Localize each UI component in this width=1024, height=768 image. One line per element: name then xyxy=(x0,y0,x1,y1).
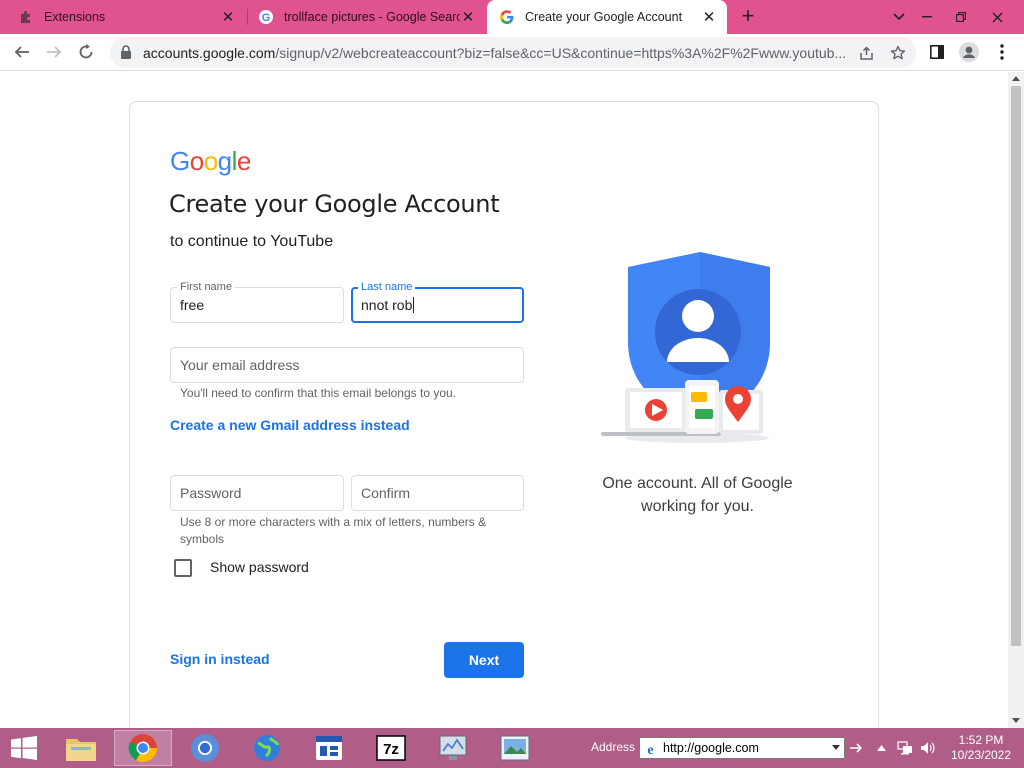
svg-text:7z: 7z xyxy=(383,741,399,758)
tab-strip: Extensions ✕ G trollface pictures - Goog… xyxy=(0,0,1024,34)
first-name-label: First name xyxy=(177,280,235,294)
first-name-field[interactable]: First name free xyxy=(170,280,344,323)
email-field[interactable]: Your email address xyxy=(170,347,524,383)
next-button[interactable]: Next xyxy=(444,642,524,678)
file-explorer-icon[interactable] xyxy=(52,730,110,766)
profile-avatar-icon[interactable] xyxy=(955,38,983,66)
page-title: Create your Google Account xyxy=(169,190,500,218)
windows-start-icon[interactable] xyxy=(0,728,48,768)
close-tab-icon[interactable]: ✕ xyxy=(220,9,236,26)
last-name-text: nnot rob xyxy=(361,297,413,313)
scroll-down-arrow-icon[interactable] xyxy=(1012,718,1020,723)
url-text[interactable]: accounts.google.com/signup/v2/webcreatea… xyxy=(143,45,848,61)
new-tab-button[interactable]: + xyxy=(735,5,761,29)
network-icon[interactable] xyxy=(897,740,913,756)
clock-time: 1:52 PM xyxy=(958,733,1004,747)
back-icon[interactable] xyxy=(8,38,36,66)
taskbar-address-value: http://google.com xyxy=(663,741,759,755)
signup-card: Google Create your Google Account to con… xyxy=(129,101,879,728)
show-password-checkbox[interactable] xyxy=(174,559,192,577)
tab-extensions[interactable]: Extensions ✕ xyxy=(0,0,246,34)
close-window-icon[interactable] xyxy=(980,0,1014,34)
tab-trollface-search[interactable]: G trollface pictures - Google Search ✕ xyxy=(248,0,486,34)
kebab-menu-icon[interactable] xyxy=(988,38,1016,66)
create-gmail-link[interactable]: Create a new Gmail address instead xyxy=(170,417,410,433)
sign-in-instead-link[interactable]: Sign in instead xyxy=(170,651,270,667)
password-hint: Use 8 or more characters with a mix of l… xyxy=(180,515,487,546)
tagline: One account. All of Google working for y… xyxy=(570,472,825,518)
7zip-icon[interactable]: 7z xyxy=(362,730,420,766)
password-field[interactable]: Password xyxy=(170,475,344,511)
close-tab-icon[interactable]: ✕ xyxy=(701,9,717,26)
tab-title: trollface pictures - Google Search xyxy=(284,10,460,24)
chevron-down-icon[interactable] xyxy=(832,745,840,750)
clock-date: 10/23/2022 xyxy=(950,748,1012,762)
confirm-password-field[interactable]: Confirm xyxy=(351,475,524,511)
confirm-placeholder: Confirm xyxy=(361,485,411,501)
page-viewport: Google Create your Google Account to con… xyxy=(0,72,1008,728)
window-app-icon[interactable] xyxy=(300,730,358,766)
url-host: accounts.google.com xyxy=(143,45,276,61)
tab-title: Extensions xyxy=(44,10,106,24)
photo-viewer-icon[interactable] xyxy=(486,730,544,766)
last-name-label: Last name xyxy=(358,280,416,294)
tagline-line: One account. All of Google xyxy=(602,475,793,492)
browser-toolbar: accounts.google.com/signup/v2/webcreatea… xyxy=(0,34,1024,71)
scrollbar-thumb[interactable] xyxy=(1011,86,1021,646)
volume-icon[interactable] xyxy=(920,740,936,756)
tray-chevron-up-icon[interactable] xyxy=(873,740,889,756)
text-caret xyxy=(413,297,415,313)
email-placeholder: Your email address xyxy=(180,357,300,373)
google-logo: Google xyxy=(170,146,251,177)
taskbar-clock[interactable]: 1:52 PM 10/23/2022 xyxy=(950,733,1012,763)
puzzle-icon xyxy=(18,9,34,25)
svg-text:e: e xyxy=(647,743,653,756)
taskbar-address-input[interactable]: e http://google.com xyxy=(639,737,845,759)
share-icon[interactable] xyxy=(856,43,876,63)
ie-icon: e xyxy=(643,741,658,758)
close-tab-icon[interactable]: ✕ xyxy=(460,9,476,26)
logo-letter: o xyxy=(189,146,204,176)
taskbar-address-label: Address xyxy=(591,740,636,754)
address-bar[interactable]: accounts.google.com/signup/v2/webcreatea… xyxy=(110,37,916,68)
last-name-value: nnot rob xyxy=(361,297,415,313)
url-path: /signup/v2/webcreateaccount?biz=false&cc… xyxy=(275,45,847,61)
tab-create-account[interactable]: Create your Google Account ✕ xyxy=(487,0,727,34)
show-password-label[interactable]: Show password xyxy=(210,559,309,575)
scroll-up-arrow-icon[interactable] xyxy=(1012,76,1020,81)
logo-letter: e xyxy=(236,146,251,176)
chromium-taskbar-icon[interactable] xyxy=(176,730,234,766)
first-name-value: free xyxy=(180,297,205,313)
minimize-icon[interactable] xyxy=(910,0,944,34)
chrome-taskbar-icon[interactable] xyxy=(114,730,172,766)
side-panel-icon[interactable] xyxy=(923,38,951,66)
last-name-field[interactable]: Last name nnot rob xyxy=(351,280,524,323)
lock-icon[interactable] xyxy=(120,45,134,59)
logo-letter: o xyxy=(203,146,218,176)
tagline-line: working for you. xyxy=(641,498,754,515)
reload-icon[interactable] xyxy=(72,38,100,66)
password-placeholder: Password xyxy=(180,485,242,501)
email-hint: You'll need to confirm that this email b… xyxy=(180,386,457,400)
logo-letter: g xyxy=(217,146,232,176)
account-illustration xyxy=(597,252,777,452)
go-arrow-icon[interactable] xyxy=(847,739,865,757)
page-subtitle: to continue to YouTube xyxy=(170,233,334,250)
windows-taskbar: 7z Address e http://google.com 1:52 PM 1… xyxy=(0,728,1024,768)
restore-icon[interactable] xyxy=(944,0,978,34)
page-scrollbar[interactable] xyxy=(1008,72,1024,728)
tab-title: Create your Google Account xyxy=(525,10,683,24)
globe-browser-icon[interactable] xyxy=(238,730,296,766)
google-g-icon xyxy=(499,9,515,25)
bookmark-star-icon[interactable] xyxy=(888,43,908,63)
svg-text:G: G xyxy=(262,12,271,24)
forward-icon[interactable] xyxy=(40,38,68,66)
logo-letter: G xyxy=(170,146,190,176)
monitor-app-icon[interactable] xyxy=(424,730,482,766)
google-g-icon: G xyxy=(258,9,274,25)
